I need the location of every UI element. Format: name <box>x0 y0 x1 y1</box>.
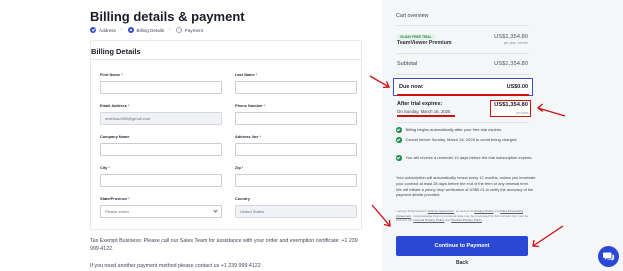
last-name-input[interactable] <box>235 81 357 94</box>
chevron-down-icon <box>213 208 218 213</box>
after-trial-date: On Sunday, March 16, 2025 <box>397 108 451 114</box>
step-address-label: Address <box>99 27 116 33</box>
last-name-label: Last Name <box>235 72 255 77</box>
required-mark: * <box>128 196 130 201</box>
divider <box>396 53 529 54</box>
first-name-group: First Name* <box>100 72 222 94</box>
checkout-steps: Address › Billing Details › Payment <box>90 27 203 33</box>
divider <box>396 74 529 75</box>
required-mark: * <box>127 103 130 108</box>
step-payment: Payment <box>175 27 203 33</box>
renewal-terms: Your subscription will automatically ren… <box>396 175 536 198</box>
subtotal-amount: US$1,354.80 <box>494 61 528 67</box>
product-price-block: US$1,354.80 per year / net fee <box>494 34 528 45</box>
email-group: Email Address* wrshkaur365@gmail.com <box>100 103 222 125</box>
billing-details-card: Billing Details First Name* Last Name* E… <box>90 40 362 230</box>
state-label: State/Province <box>100 196 128 201</box>
subtotal-label: Subtotal <box>397 61 418 67</box>
email-label: Email Address <box>100 103 127 108</box>
billing-details-title: Billing Details <box>91 47 141 56</box>
first-name-input[interactable] <box>100 81 222 94</box>
required-mark: * <box>263 103 266 108</box>
step-separator: › <box>120 27 123 33</box>
city-group: City* <box>100 165 222 187</box>
email-field[interactable]: wrshkaur365@gmail.com <box>100 112 222 125</box>
required-mark: * <box>241 165 244 170</box>
step-payment-label: Payment <box>184 27 203 33</box>
city-label: City <box>100 165 108 170</box>
product-name: TeamViewer Premium <box>397 40 452 46</box>
due-now-amount: US$0.00 <box>506 84 528 90</box>
step-billing-details: Billing Details <box>127 27 165 33</box>
back-button[interactable]: Back <box>396 260 528 266</box>
company-group: Company Name <box>100 134 222 156</box>
highlight-underline <box>397 115 455 117</box>
payment-method-note: If you need another payment method pleas… <box>90 263 261 269</box>
last-name-group: Last Name* <box>235 72 357 94</box>
page-title: Billing details & payment <box>90 9 245 24</box>
company-label: Company Name <box>100 134 130 139</box>
address-input[interactable] <box>235 143 357 156</box>
step-separator: › <box>169 27 171 33</box>
due-now-label: Due now: <box>399 84 424 90</box>
license-agreement-link[interactable]: License Agreement <box>428 209 455 213</box>
zip-label: Zip <box>235 165 241 170</box>
legal-text: . <box>481 218 483 223</box>
trial-info-item: Cancel before Sunday, March 16, 2025 to … <box>396 137 536 143</box>
divider <box>396 25 529 26</box>
country-label: Country <box>235 196 250 201</box>
highlight-underline <box>397 93 529 96</box>
privacy-policy-link[interactable]: Privacy Policy <box>474 209 493 213</box>
trial-info-text: Billing begins automatically after your … <box>405 127 503 132</box>
check-circle-icon <box>396 155 402 161</box>
first-name-label: First Name <box>100 72 121 77</box>
tax-exempt-note: Tax Exempt Business: Please call our Sal… <box>90 238 358 252</box>
after-trial-label: After trial expires: <box>397 101 443 107</box>
check-circle-icon <box>396 127 402 133</box>
required-mark: * <box>108 165 110 170</box>
legal-text: , as well as its <box>454 209 475 213</box>
product-privacy-link[interactable]: Product Privacy Policy <box>451 218 482 222</box>
phone-label: Phone Number <box>235 103 263 108</box>
check-circle-icon <box>396 137 402 143</box>
step-pending-icon <box>175 27 182 33</box>
step-done-icon <box>90 27 96 33</box>
required-mark: * <box>121 72 123 77</box>
country-group: Country United States <box>235 196 357 218</box>
trial-info-text: Cancel before Sunday, March 16, 2025 to … <box>405 137 518 142</box>
address-label: Address line <box>235 134 259 139</box>
after-trial-amount: US$1,354.80 <box>494 102 528 108</box>
legal-consent: I accept TeamViewer's License Agreement,… <box>396 209 536 223</box>
step-billing-label: Billing Details <box>136 27 165 33</box>
legal-text: I accept TeamViewer's <box>396 209 428 213</box>
state-select-value: Please select <box>105 209 129 214</box>
step-address[interactable]: Address <box>90 27 116 33</box>
product-price: US$1,354.80 <box>494 34 528 40</box>
country-field: United States <box>235 205 357 218</box>
divider <box>396 122 529 123</box>
phone-group: Phone Number* <box>235 103 357 125</box>
city-input[interactable] <box>100 174 222 187</box>
state-group: State/Province* Please select <box>100 196 222 218</box>
general-privacy-link[interactable]: General Privacy Policy <box>413 218 444 222</box>
chat-button[interactable] <box>598 246 619 267</box>
required-mark: * <box>259 134 261 139</box>
phone-input[interactable] <box>235 112 357 125</box>
address-group: Address line* <box>235 134 357 156</box>
chat-bubbles-icon <box>602 252 614 262</box>
cart-title: Cart overview <box>396 13 429 19</box>
product-period: per year / net fee <box>503 41 528 45</box>
company-input[interactable] <box>100 143 222 156</box>
required-mark: * <box>255 72 258 77</box>
trial-info-item: You will receive a reminder 10 days befo… <box>396 155 536 161</box>
zip-input[interactable] <box>235 174 357 187</box>
after-trial-period: per year <box>516 110 528 115</box>
trial-info-item: Billing begins automatically after your … <box>396 127 536 133</box>
step-current-icon <box>127 27 134 33</box>
trial-info-text: You will receive a reminder 10 days befo… <box>405 155 533 160</box>
state-select[interactable]: Please select <box>100 205 222 218</box>
continue-to-payment-button[interactable]: Continue to Payment <box>396 236 528 256</box>
divider <box>91 59 361 60</box>
zip-group: Zip* <box>235 165 357 187</box>
